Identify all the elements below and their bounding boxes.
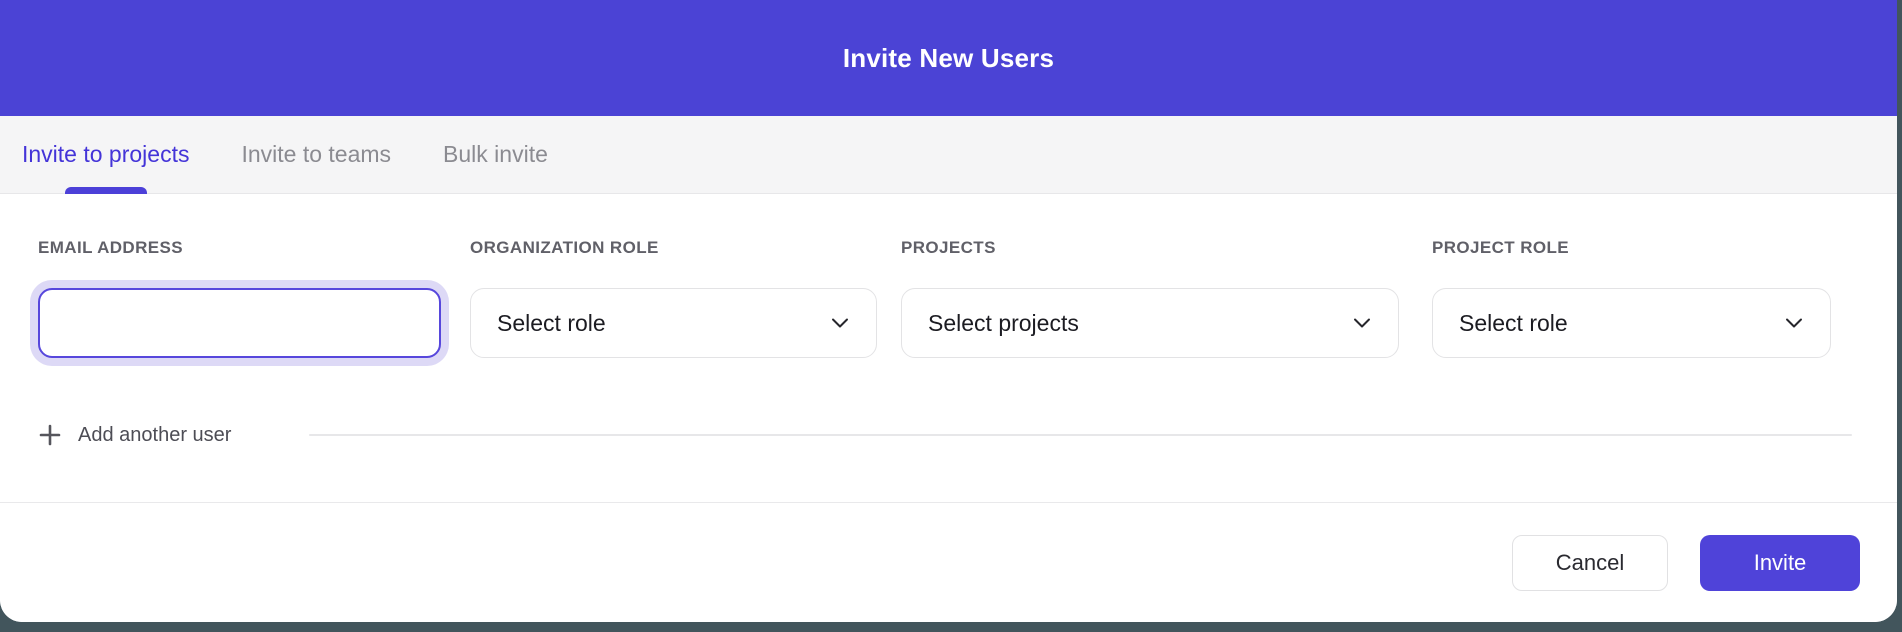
chevron-down-icon (830, 316, 850, 330)
project-role-select[interactable]: Select role (1432, 288, 1831, 358)
cancel-button[interactable]: Cancel (1512, 535, 1668, 591)
organization-role-label: ORGANIZATION ROLE (470, 238, 659, 258)
tab-label: Invite to teams (241, 141, 391, 168)
invite-button[interactable]: Invite (1700, 535, 1860, 591)
add-another-user-label: Add another user (78, 424, 231, 447)
chevron-down-icon (1352, 316, 1372, 330)
add-user-row: Add another user (38, 418, 1852, 452)
tab-invite-to-projects[interactable]: Invite to projects (22, 116, 189, 193)
project-role-label: PROJECT ROLE (1432, 238, 1569, 258)
add-another-user-button[interactable]: Add another user (38, 423, 231, 447)
tab-label: Invite to projects (22, 141, 189, 168)
invite-form: EMAIL ADDRESS ORGANIZATION ROLE Select r… (0, 194, 1897, 502)
projects-label: PROJECTS (901, 238, 996, 258)
email-address-label: EMAIL ADDRESS (38, 238, 183, 258)
projects-select[interactable]: Select projects (901, 288, 1399, 358)
active-tab-underline (65, 187, 147, 194)
tab-bulk-invite[interactable]: Bulk invite (443, 116, 548, 193)
tab-label: Bulk invite (443, 141, 548, 168)
tab-invite-to-teams[interactable]: Invite to teams (241, 116, 391, 193)
chevron-down-icon (1784, 316, 1804, 330)
row-divider (309, 434, 1852, 436)
plus-icon (38, 423, 62, 447)
email-address-input[interactable] (38, 288, 441, 358)
modal-header: Invite New Users (0, 0, 1897, 116)
tab-bar: Invite to projects Invite to teams Bulk … (0, 116, 1897, 194)
selected-value: Select role (497, 310, 606, 337)
modal-footer: Cancel Invite (0, 502, 1897, 622)
organization-role-select[interactable]: Select role (470, 288, 877, 358)
selected-value: Select role (1459, 310, 1568, 337)
invite-new-users-modal: Invite New Users Invite to projects Invi… (0, 0, 1897, 622)
selected-value: Select projects (928, 310, 1079, 337)
modal-title: Invite New Users (843, 43, 1054, 74)
